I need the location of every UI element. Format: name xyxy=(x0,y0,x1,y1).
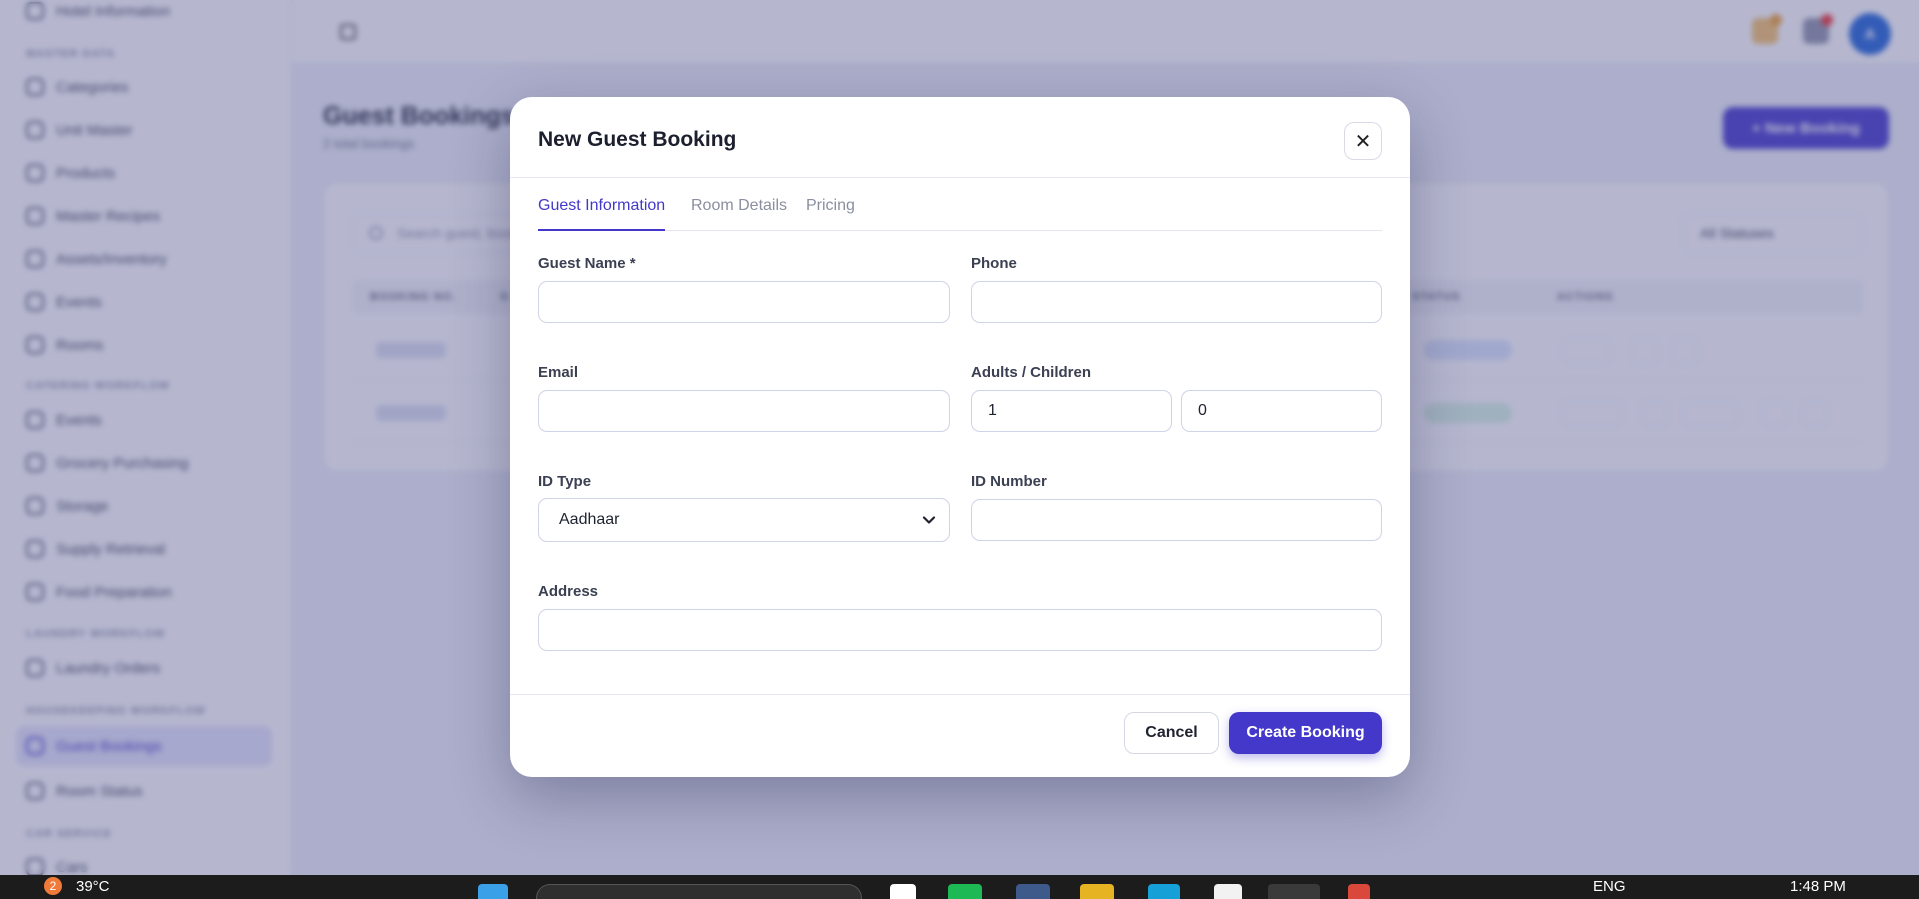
new-booking-modal: New Guest Booking ✕ Guest Information Ro… xyxy=(510,97,1410,777)
app-icon[interactable] xyxy=(1016,884,1050,899)
modal-title: New Guest Booking xyxy=(538,128,737,151)
clock[interactable]: 1:48 PM xyxy=(1790,878,1846,895)
file-icon[interactable] xyxy=(890,884,916,899)
id-number-label: ID Number xyxy=(971,473,1047,490)
app-icon[interactable] xyxy=(1348,884,1370,899)
close-icon: ✕ xyxy=(1354,130,1372,153)
id-type-label: ID Type xyxy=(538,473,592,490)
guest-name-label: Guest Name * xyxy=(538,255,636,272)
tab-bar: Guest Information Room Details Pricing xyxy=(538,185,1382,231)
tab-guest-information[interactable]: Guest Information xyxy=(538,197,666,231)
phone-label: Phone xyxy=(971,255,1017,272)
footer-divider xyxy=(510,694,1410,695)
notepad-icon[interactable] xyxy=(1214,884,1242,899)
tab-pricing[interactable]: Pricing xyxy=(806,197,855,231)
tab-room-details[interactable]: Room Details xyxy=(691,197,787,231)
taskbar: 2 39°C ENG 1:48 PM xyxy=(0,875,1919,899)
start-icon[interactable] xyxy=(478,884,508,899)
folder-icon[interactable] xyxy=(1080,884,1114,899)
header-divider xyxy=(510,177,1410,178)
chevron-down-icon xyxy=(922,516,936,524)
spotify-icon[interactable] xyxy=(948,884,982,899)
guest-name-input[interactable] xyxy=(538,281,950,323)
language-indicator[interactable]: ENG xyxy=(1593,878,1626,895)
chrome-icon[interactable] xyxy=(1268,884,1320,899)
id-type-select[interactable]: Aadhaar xyxy=(538,498,950,542)
adults-input[interactable] xyxy=(971,390,1172,432)
children-input[interactable] xyxy=(1181,390,1382,432)
taskbar-search[interactable] xyxy=(536,884,862,899)
close-button[interactable]: ✕ xyxy=(1344,122,1382,160)
adults-children-label: Adults / Children xyxy=(971,364,1091,381)
email-label: Email xyxy=(538,364,579,381)
id-number-input[interactable] xyxy=(971,499,1382,541)
email-input[interactable] xyxy=(538,390,950,432)
cancel-button[interactable]: Cancel xyxy=(1124,712,1219,754)
weather-badge[interactable]: 2 xyxy=(44,877,62,895)
temperature: 39°C xyxy=(76,878,110,895)
edge-icon[interactable] xyxy=(1148,884,1180,899)
create-booking-button[interactable]: Create Booking xyxy=(1229,712,1382,754)
phone-input[interactable] xyxy=(971,281,1382,323)
address-input[interactable] xyxy=(538,609,1382,651)
address-label: Address xyxy=(538,583,599,600)
id-type-value: Aadhaar xyxy=(559,511,620,528)
